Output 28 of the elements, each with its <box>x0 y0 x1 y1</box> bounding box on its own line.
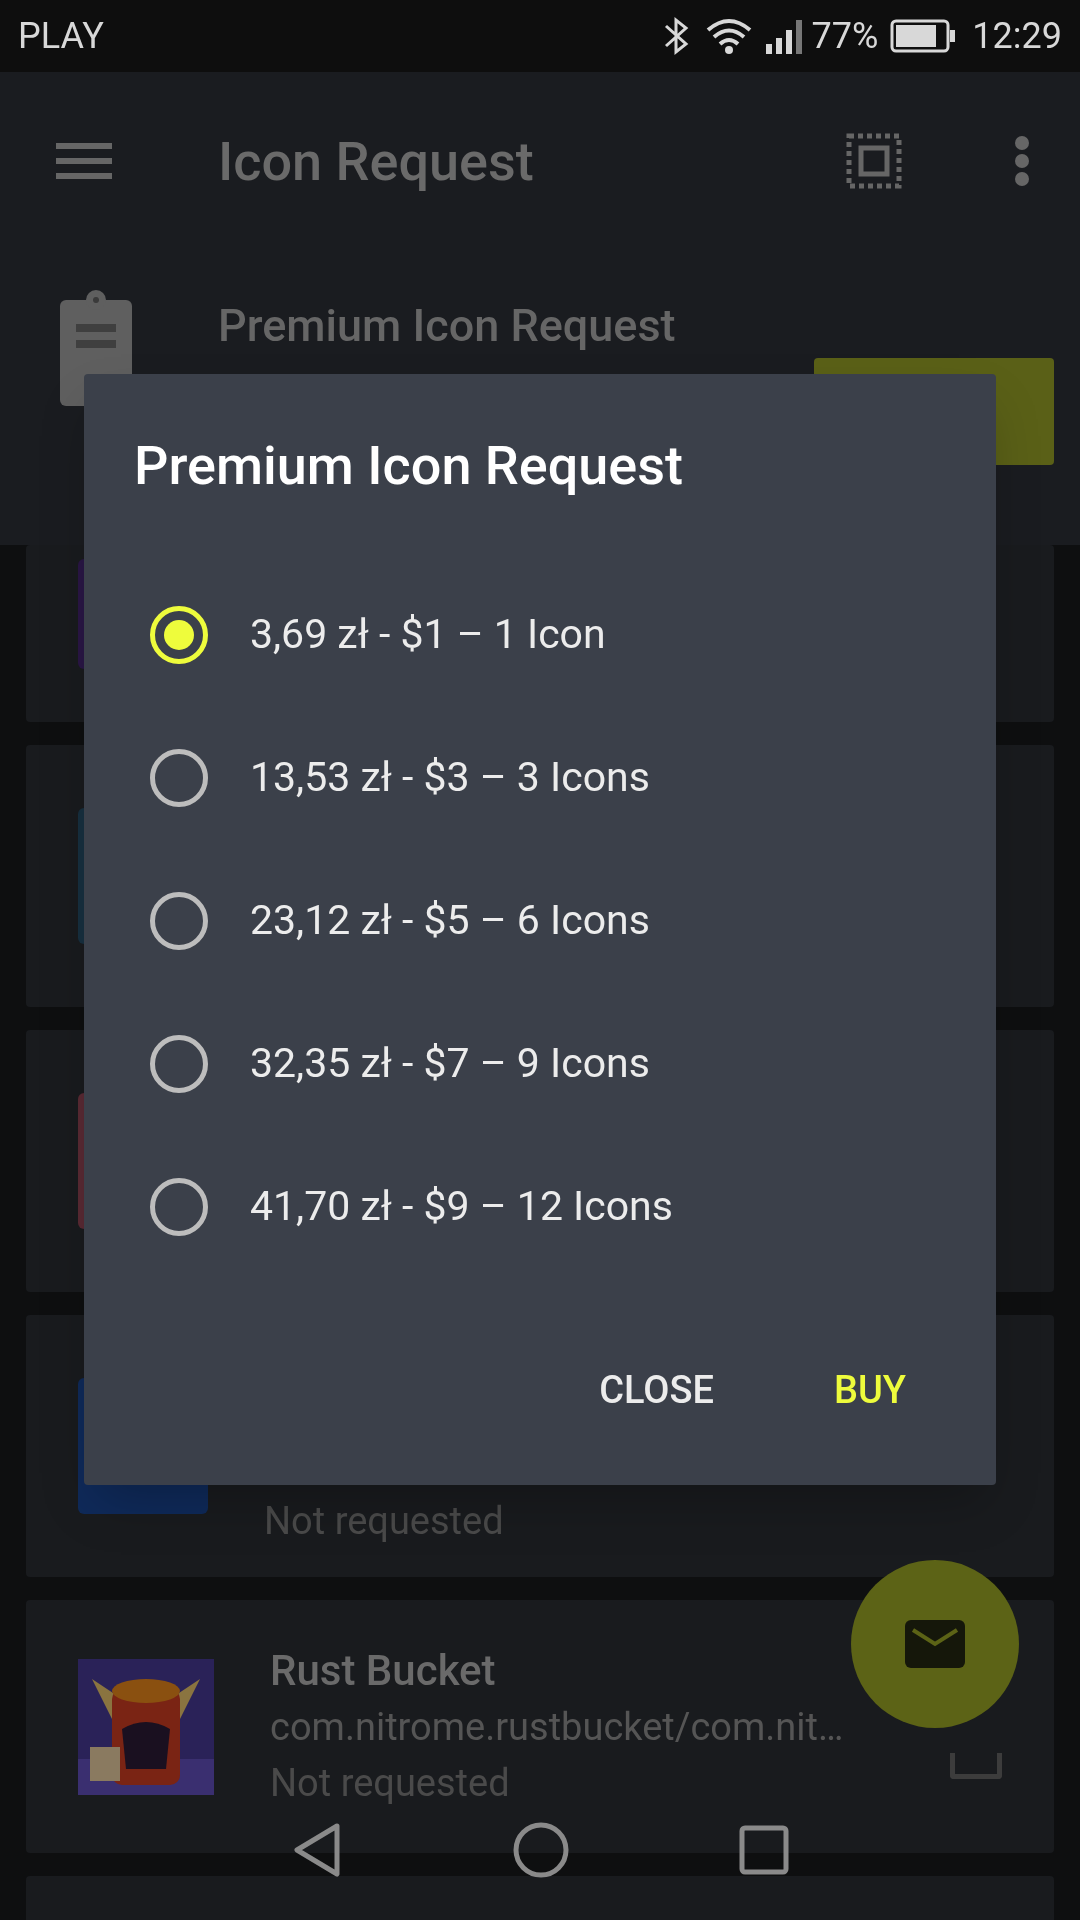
mail-icon <box>905 1620 965 1668</box>
battery-percent: 77% <box>811 14 879 59</box>
price-option[interactable]: 3,69 zł - $1 – 1 Icon <box>250 603 606 666</box>
home-icon[interactable] <box>513 1822 569 1878</box>
buy-button[interactable]: BUY <box>803 1346 936 1435</box>
price-option[interactable]: 23,12 zł - $5 – 6 Icons <box>250 889 650 952</box>
more-options-icon[interactable] <box>1014 135 1030 187</box>
app-name: Rust Bucket <box>270 1644 497 1697</box>
clock: 12:29 <box>972 14 1062 59</box>
package-name: com.nitrome.rustbucket/com.nit… <box>270 1703 845 1751</box>
banner-title: Premium Icon Request <box>218 298 676 354</box>
back-icon[interactable] <box>291 1822 343 1878</box>
price-option[interactable]: 13,53 zł - $3 – 3 Icons <box>250 746 650 809</box>
menu-icon[interactable] <box>56 141 112 181</box>
radio-button[interactable] <box>150 748 208 807</box>
radio-button[interactable] <box>150 1177 208 1236</box>
price-option[interactable]: 32,35 zł - $7 – 9 Icons <box>250 1032 650 1095</box>
price-option[interactable]: 41,70 zł - $9 – 12 Icons <box>250 1175 673 1238</box>
select-all-icon[interactable] <box>846 133 902 189</box>
checkbox[interactable] <box>950 1752 1002 1779</box>
battery-icon <box>890 19 957 53</box>
close-button[interactable]: CLOSE <box>569 1346 744 1435</box>
radio-button[interactable] <box>150 891 208 950</box>
dialog-title: Premium Icon Request <box>134 434 685 498</box>
radio-button[interactable] <box>150 1034 208 1093</box>
carrier-name: PLAY <box>18 14 104 59</box>
app-title: Icon Request <box>218 128 534 195</box>
recents-icon[interactable] <box>739 1825 789 1875</box>
